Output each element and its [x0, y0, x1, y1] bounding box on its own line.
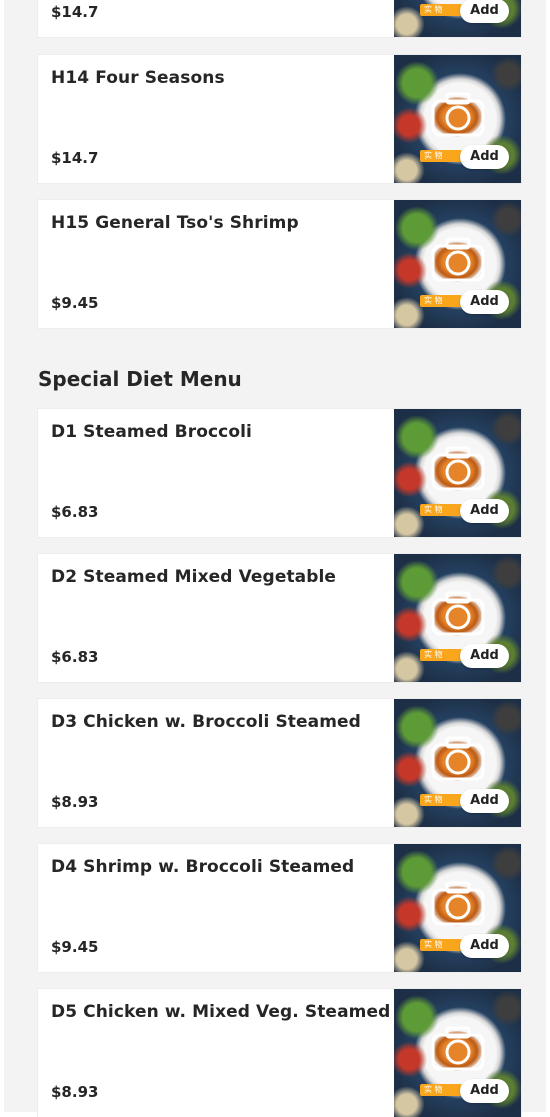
item-price: $8.93 [51, 793, 99, 811]
add-button[interactable]: Add [460, 644, 509, 668]
menu-item-card[interactable]: D5 Chicken w. Mixed Veg. Steamed $8.93 实… [38, 989, 521, 1117]
menu-item-card[interactable]: D3 Chicken w. Broccoli Steamed $8.93 实 物… [38, 699, 521, 827]
section-title: Special Diet Menu [38, 367, 242, 391]
add-button[interactable]: Add [460, 1079, 509, 1103]
item-price: $9.45 [51, 294, 99, 312]
menu-item-card[interactable]: D4 Shrimp w. Broccoli Steamed $9.45 实 物 … [38, 844, 521, 972]
item-price: $6.83 [51, 648, 99, 666]
item-price: $14.7 [51, 149, 99, 167]
item-name: D5 Chicken w. Mixed Veg. Steamed [51, 1002, 391, 1022]
camera-icon [431, 92, 485, 137]
item-name: D4 Shrimp w. Broccoli Steamed [51, 857, 355, 877]
menu-item-card[interactable]: H15 General Tso's Shrimp $9.45 实 物 Add [38, 200, 521, 328]
item-name: D2 Steamed Mixed Vegetable [51, 567, 337, 587]
thumb-tag: 实 物 [420, 150, 462, 162]
item-price: $14.7 [51, 3, 99, 21]
menu-panel: $14.7 实 物 Add H14 Four Seasons $14.7 实 物… [4, 0, 546, 1117]
camera-icon [431, 881, 485, 926]
camera-icon [431, 237, 485, 282]
thumb-tag: 实 物 [420, 794, 462, 806]
thumb-tag: 实 物 [420, 1084, 462, 1096]
thumb-tag: 实 物 [420, 504, 462, 516]
add-button[interactable]: Add [460, 499, 509, 523]
item-name: D3 Chicken w. Broccoli Steamed [51, 712, 361, 732]
item-name: D1 Steamed Broccoli [51, 422, 252, 442]
camera-icon [431, 736, 485, 781]
camera-icon [431, 591, 485, 636]
item-name: H14 Four Seasons [51, 68, 225, 88]
add-button[interactable]: Add [460, 934, 509, 958]
item-name: H15 General Tso's Shrimp [51, 213, 299, 233]
thumb-tag: 实 物 [420, 4, 462, 16]
thumb-tag: 实 物 [420, 649, 462, 661]
thumb-tag: 实 物 [420, 295, 462, 307]
item-price: $6.83 [51, 503, 99, 521]
add-button[interactable]: Add [460, 0, 509, 23]
menu-item-card[interactable]: H14 Four Seasons $14.7 实 物 Add [38, 55, 521, 183]
item-price: $9.45 [51, 938, 99, 956]
item-price: $8.93 [51, 1083, 99, 1101]
add-button[interactable]: Add [460, 290, 509, 314]
thumb-tag: 实 物 [420, 939, 462, 951]
menu-item-card[interactable]: D2 Steamed Mixed Vegetable $6.83 实 物 Add [38, 554, 521, 682]
add-button[interactable]: Add [460, 145, 509, 169]
menu-item-card[interactable]: $14.7 实 物 Add [38, 0, 521, 37]
add-button[interactable]: Add [460, 789, 509, 813]
camera-icon [431, 446, 485, 491]
menu-item-card[interactable]: D1 Steamed Broccoli $6.83 实 物 Add [38, 409, 521, 537]
camera-icon [431, 1026, 485, 1071]
